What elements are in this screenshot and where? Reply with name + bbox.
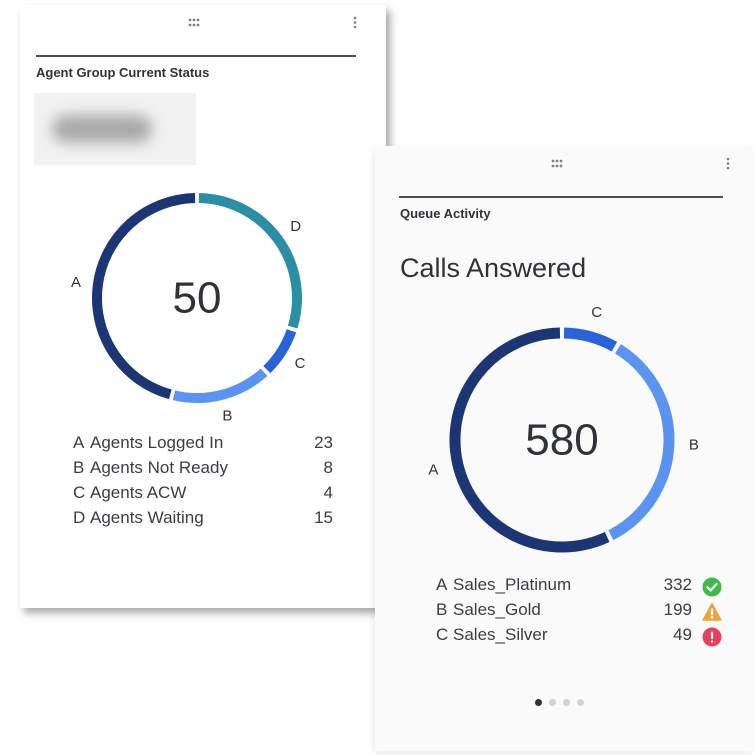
legend-item: A Agents Logged In 23 [73, 433, 333, 457]
metric-heading: Calls Answered [400, 253, 587, 283]
pagination-dot[interactable] [535, 699, 542, 706]
legend-label: Agents Waiting [90, 508, 204, 527]
pagination-dot[interactable] [563, 699, 570, 706]
legend-value: 15 [314, 508, 333, 527]
legend-value: 8 [323, 458, 333, 477]
legend-value: 23 [314, 433, 333, 452]
legend-label: Agents ACW [90, 483, 187, 502]
error-circle-icon [702, 627, 722, 647]
legend-key: B [436, 600, 448, 619]
title-divider [36, 55, 356, 57]
legend-item: B Sales_Gold 199 [436, 600, 726, 624]
agent-status-donut-chart: A B C D 50 [71, 185, 320, 425]
calls-answered-legend: A Sales_Platinum 332 B Sales_Gold 199 C … [436, 575, 726, 655]
legend-key: D [73, 508, 86, 527]
drag-handle-icon[interactable] [186, 16, 206, 30]
legend-value: 49 [673, 625, 692, 644]
legend-key: C [73, 483, 86, 502]
donut-center-total: 50 [173, 274, 222, 323]
widget-title: Agent Group Current Status [36, 65, 210, 80]
pagination-dot[interactable] [577, 699, 584, 706]
carousel-pagination [535, 699, 595, 709]
donut-segment-label: C [591, 304, 602, 321]
legend-key: A [436, 575, 448, 594]
donut-segment-b [172, 368, 268, 403]
legend-item: C Sales_Silver 49 [436, 625, 726, 649]
legend-label: Agents Logged In [90, 433, 224, 452]
legend-value: 199 [663, 600, 692, 619]
legend-item: C Agents ACW 4 [73, 483, 333, 507]
title-divider [399, 196, 723, 198]
legend-key: C [436, 625, 449, 644]
pagination-dot[interactable] [549, 699, 556, 706]
drag-handle-icon[interactable] [549, 157, 569, 171]
legend-value: 4 [323, 483, 333, 502]
agent-group-status-widget: Agent Group Current Status A B C D 50 A Agen… [20, 5, 386, 608]
legend-label: Sales_Platinum [453, 575, 572, 594]
donut-segment-label: A [71, 274, 81, 291]
legend-item: A Sales_Platinum 332 [436, 575, 726, 599]
legend-key: A [73, 433, 85, 452]
donut-segment-b [608, 344, 675, 541]
warning-triangle-icon [702, 602, 722, 622]
obscured-agent-group-name [34, 93, 196, 165]
donut-segment-label: A [428, 461, 438, 478]
queue-activity-widget: Queue Activity Calls Answered A B C 580 A S… [375, 146, 753, 751]
legend-label: Agents Not Ready [90, 458, 228, 477]
donut-segment-label: C [295, 355, 306, 372]
legend-item: D Agents Waiting 15 [73, 508, 333, 532]
legend-value: 332 [663, 575, 692, 594]
widget-title: Queue Activity [400, 206, 491, 221]
calls-answered-donut-chart: A B C 580 [428, 304, 699, 572]
more-options-icon[interactable] [723, 156, 733, 172]
check-circle-icon [702, 577, 722, 597]
donut-segment-label: B [689, 437, 699, 454]
donut-segment-c [563, 327, 618, 352]
legend-key: B [73, 458, 85, 477]
agent-status-legend: A Agents Logged In 23 B Agents Not Ready… [73, 433, 333, 533]
legend-item: B Agents Not Ready 8 [73, 458, 333, 482]
more-options-icon[interactable] [350, 15, 360, 31]
donut-segment-c [263, 328, 297, 374]
legend-label: Sales_Silver [453, 625, 548, 644]
donut-segment-label: D [290, 218, 301, 235]
donut-center-total: 580 [525, 416, 598, 465]
legend-label: Sales_Gold [453, 600, 541, 619]
donut-segment-label: B [222, 408, 232, 425]
